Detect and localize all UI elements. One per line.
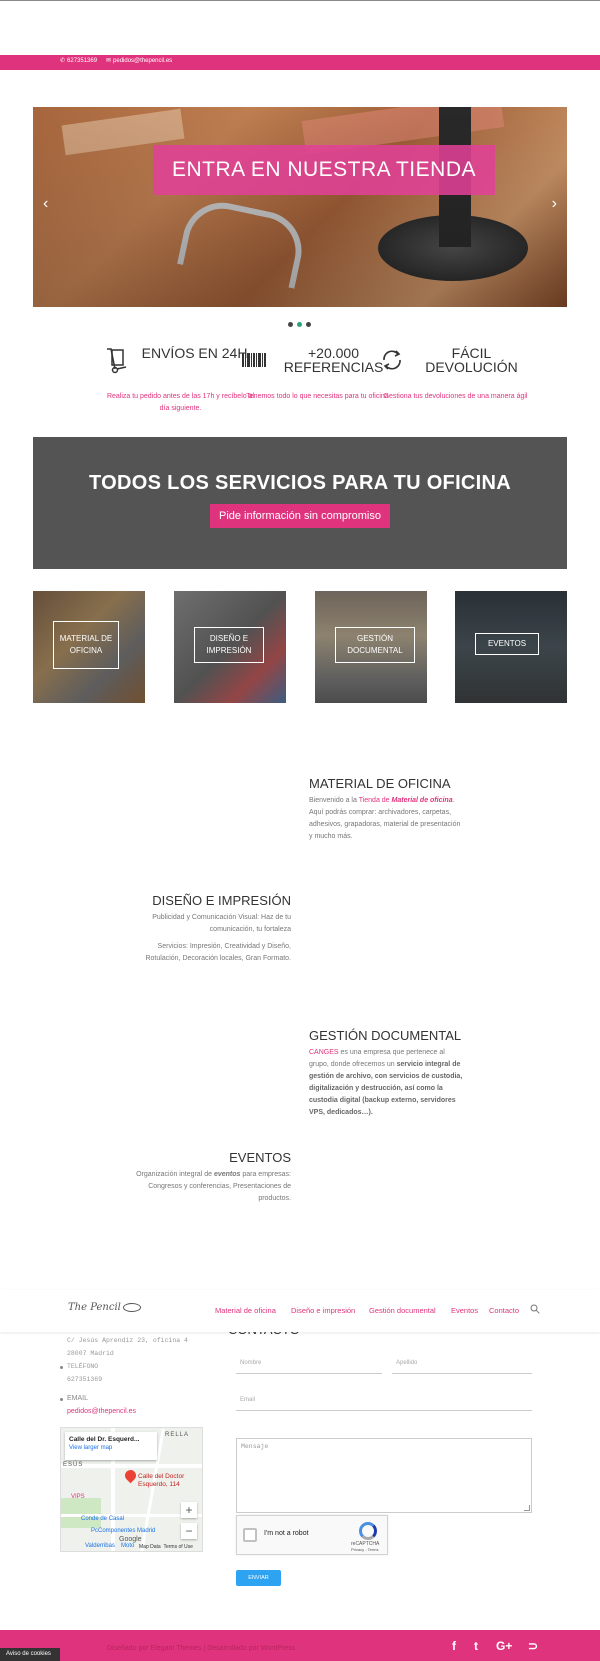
store-link[interactable]: Tienda de [359, 797, 392, 804]
slider-shade [33, 107, 567, 307]
banner-title: TODOS LOS SERVICIOS PARA TU OFICINA [88, 472, 512, 494]
map-footer: Map Data Terms of Use [139, 1544, 193, 1550]
section-title: MATERIAL DE OFICINA [309, 776, 451, 791]
section-text: Servicios: Impresión, Creatividad y Dise… [145, 943, 291, 962]
map-place-card: Calle del Dr. Esquerd... View larger map [65, 1432, 157, 1460]
contact-address: C/ Jesús Aprendiz 23, oficina 4 28007 Ma… [67, 1337, 188, 1357]
google-map[interactable]: RELLA ESÚS VIPS Conde de Casal PcCompone… [60, 1427, 203, 1552]
infobar-email[interactable]: ✉ pedidos@thepencil.es [106, 57, 172, 64]
canges-link[interactable]: CANGES [309, 1049, 339, 1056]
search-icon[interactable] [530, 1304, 540, 1314]
recaptcha-logo-icon [359, 1522, 377, 1540]
section-title: GESTIÓN DOCUMENTAL [309, 1028, 462, 1043]
google-logo: Google [119, 1536, 142, 1543]
request-info-button[interactable]: Pide información sin compromiso [210, 504, 390, 528]
infobar-phone[interactable]: ✆ 627351369 [60, 57, 97, 64]
top-border [0, 0, 600, 1]
send-button[interactable]: ENVIAR [236, 1570, 281, 1586]
site-header: The Pencil Material de oficina Diseño e … [0, 1290, 600, 1332]
resize-grip-icon[interactable] [524, 1505, 530, 1511]
feature-title: +20.000 REFERENCIAS [283, 345, 384, 375]
hero-slider[interactable]: ENTRA EN NUESTRA TIENDA ‹ › [33, 107, 567, 307]
map-zoom-in[interactable]: + [181, 1502, 197, 1518]
nav-eventos[interactable]: Eventos [451, 1306, 478, 1315]
slider-dot-active[interactable] [297, 322, 302, 327]
site-logo[interactable]: The Pencil [68, 1302, 141, 1313]
footer-credit: Diseñado por Elegant Themes | Desarrolla… [107, 1645, 296, 1652]
nav-gestion-documental[interactable]: Gestión documental [369, 1306, 436, 1315]
section-gestion: GESTIÓN DOCUMENTAL CANGES es una empresa… [309, 1028, 464, 1124]
recaptcha-checkbox[interactable] [243, 1528, 257, 1542]
slider-next-arrow[interactable]: › [552, 195, 557, 213]
twitter-icon[interactable]: t [474, 1639, 478, 1653]
tile-label: MATERIAL DE OFICINA [53, 621, 119, 669]
section-material: MATERIAL DE OFICINA Bienvenido a la Tien… [309, 776, 464, 848]
barcode-icon [242, 353, 266, 367]
feature-desc: Tenemos todo lo que necesitas para tu of… [246, 393, 389, 400]
section-title: DISEÑO E IMPRESIÓN [152, 893, 291, 908]
tile-label: DISEÑO E IMPRESIÓN [194, 627, 264, 663]
slider-dot[interactable] [306, 322, 311, 327]
hand-truck-icon [107, 348, 127, 374]
map-zoom-out[interactable]: − [181, 1523, 197, 1539]
tile-material-oficina[interactable]: MATERIAL DE OFICINA [33, 591, 145, 703]
tile-label: EVENTOS [475, 633, 539, 655]
tile-eventos[interactable]: EVENTOS [455, 591, 567, 703]
store-link-em[interactable]: Material de oficina [392, 797, 453, 804]
email-field[interactable]: Email [236, 1397, 532, 1411]
contact-info-bar: ✆ 627351369 ✉ pedidos@thepencil.es [0, 55, 600, 70]
mail-icon: ✉ [106, 58, 112, 64]
feature-desc: Gestiona tus devoluciones de una manera … [383, 393, 528, 400]
nav-contacto[interactable]: Contacto [489, 1306, 519, 1315]
logo-pencil-icon [122, 1303, 141, 1312]
section-eventos: EVENTOS Organización integral de eventos… [125, 1150, 291, 1210]
rss-icon[interactable]: ⊃ [528, 1639, 538, 1653]
section-text: Publicidad y Comunicación Visual: Haz de… [152, 914, 291, 933]
nav-material-oficina[interactable]: Material de oficina [215, 1306, 276, 1315]
map-park [61, 1498, 101, 1528]
slider-pagination [288, 314, 315, 332]
contact-email-link[interactable]: pedidos@thepencil.es [67, 1408, 136, 1415]
tile-diseno-impresion[interactable]: DISEÑO E IMPRESIÓN [174, 591, 286, 703]
view-larger-map-link[interactable]: View larger map [69, 1445, 153, 1451]
message-textarea[interactable]: Mensaje [236, 1438, 532, 1513]
map-pin-label: Calle del Doctor Esquerdo, 114 [138, 1473, 185, 1488]
feature-title: FÁCIL DEVOLUCIÓN [425, 345, 518, 375]
name-field[interactable]: Nombre [236, 1360, 382, 1374]
slider-prev-arrow[interactable]: ‹ [43, 195, 48, 213]
tile-label: GESTIÓN DOCUMENTAL [335, 627, 415, 663]
nav-diseno-impresion[interactable]: Diseño e impresión [291, 1306, 355, 1315]
site-footer: Diseñado por Elegant Themes | Desarrolla… [0, 1630, 600, 1661]
section-text: CANGES es una empresa que pertenece al g… [309, 1049, 463, 1116]
feature-desc: Realiza tu pedido antes de las 17h y rec… [106, 393, 255, 412]
tile-gestion-documental[interactable]: GESTIÓN DOCUMENTAL [315, 591, 427, 703]
section-diseno: DISEÑO E IMPRESIÓN Publicidad y Comunica… [135, 893, 291, 970]
lastname-field[interactable]: Apellido [392, 1360, 532, 1374]
enter-store-button[interactable]: ENTRA EN NUESTRA TIENDA [153, 145, 495, 195]
section-text: Bienvenido a la Tienda de Material de of… [309, 797, 461, 840]
phone-icon: ✆ [60, 58, 66, 64]
slider-dot[interactable] [288, 322, 293, 327]
refresh-icon [383, 350, 401, 370]
section-title: EVENTOS [229, 1150, 291, 1165]
services-banner: TODOS LOS SERVICIOS PARA TU OFICINA Pide… [33, 437, 567, 569]
bullet [60, 1366, 63, 1369]
recaptcha-widget: I'm not a robot reCAPTCHA Privacy - Term… [236, 1515, 388, 1555]
cookie-notice-button[interactable]: Aviso de cookies [0, 1648, 60, 1661]
facebook-icon[interactable]: f [452, 1639, 456, 1653]
section-text: Organización integral de eventos para em… [136, 1171, 291, 1202]
bullet [60, 1398, 63, 1401]
google-plus-icon[interactable]: G+ [496, 1639, 512, 1653]
map-pin-icon[interactable] [122, 1467, 139, 1484]
